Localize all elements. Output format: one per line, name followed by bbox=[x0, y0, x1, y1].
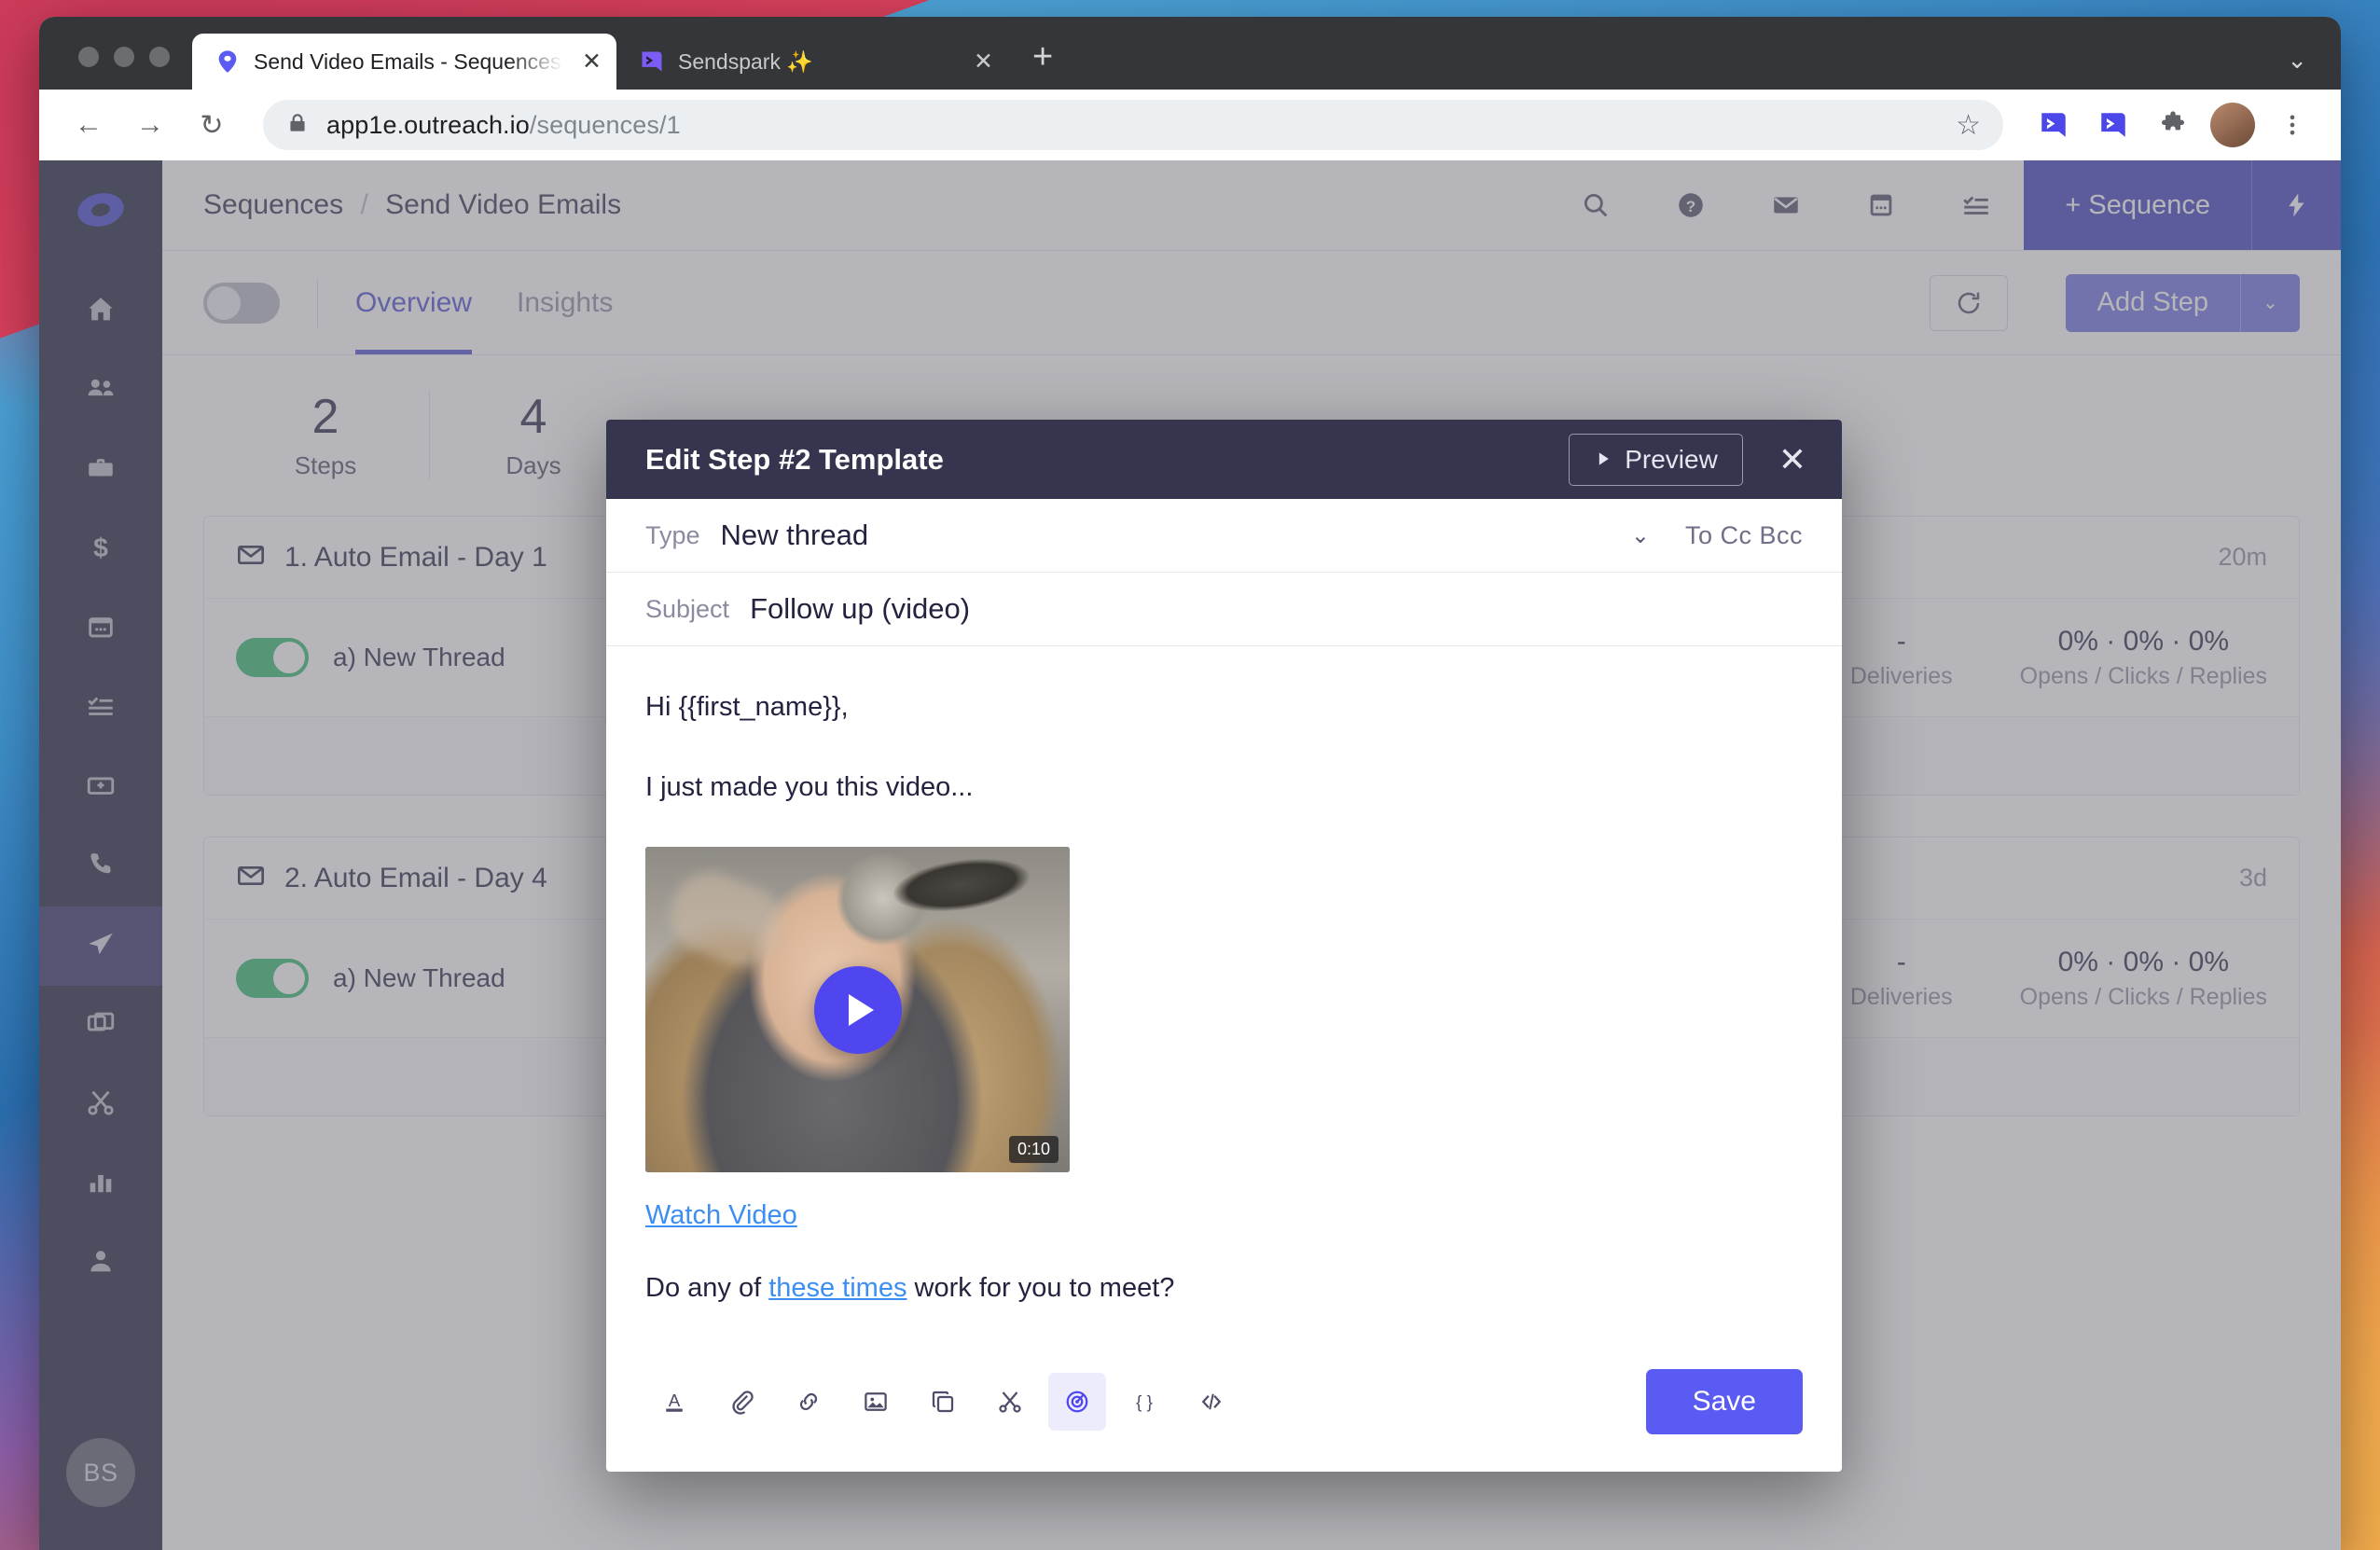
sendspark-logo-icon bbox=[639, 48, 665, 75]
svg-text:{ }: { } bbox=[1136, 1391, 1153, 1411]
avatar[interactable] bbox=[2208, 101, 2257, 149]
modal-title: Edit Step #2 Template bbox=[645, 442, 944, 476]
back-button[interactable]: ← bbox=[63, 100, 114, 150]
minimize-window-button[interactable] bbox=[114, 47, 134, 67]
play-icon[interactable] bbox=[813, 965, 902, 1054]
edit-template-modal: Edit Step #2 Template Preview ✕ Type New… bbox=[606, 420, 1842, 1472]
forward-button[interactable]: → bbox=[125, 100, 175, 150]
extensions-puzzle-icon[interactable] bbox=[2149, 101, 2197, 149]
reload-button[interactable]: ↻ bbox=[187, 100, 237, 150]
preview-label: Preview bbox=[1625, 444, 1718, 474]
browser-tab-strip: Send Video Emails - Sequences ✕ Sendspar… bbox=[39, 17, 2341, 90]
text-color-icon[interactable]: A bbox=[645, 1373, 703, 1431]
type-label: Type bbox=[645, 520, 700, 549]
link-icon[interactable] bbox=[780, 1373, 837, 1431]
image-icon[interactable] bbox=[847, 1373, 905, 1431]
maximize-window-button[interactable] bbox=[149, 47, 170, 67]
video-thumbnail[interactable]: 0:10 bbox=[645, 847, 1070, 1172]
browser-menu-icon[interactable] bbox=[2268, 101, 2317, 149]
scissors-icon[interactable] bbox=[981, 1373, 1039, 1431]
desktop-wallpaper: Send Video Emails - Sequences ✕ Sendspar… bbox=[0, 0, 2380, 1550]
close-window-button[interactable] bbox=[78, 47, 99, 67]
body-line-2: I just made you this video... bbox=[645, 771, 974, 802]
closing-suffix: work for you to meet? bbox=[906, 1273, 1175, 1303]
close-icon[interactable]: ✕ bbox=[1771, 442, 1814, 477]
browser-tab-title: Send Video Emails - Sequences bbox=[254, 48, 561, 74]
email-body-editor[interactable]: Hi {{first_name}}, I just made you this … bbox=[606, 646, 1842, 1309]
subject-label: Subject bbox=[645, 594, 730, 623]
save-button[interactable]: Save bbox=[1645, 1368, 1803, 1434]
closing-prefix: Do any of bbox=[645, 1273, 769, 1303]
bookmark-star-icon[interactable]: ☆ bbox=[1956, 109, 1981, 142]
copy-icon[interactable] bbox=[914, 1373, 972, 1431]
code-icon[interactable] bbox=[1183, 1373, 1240, 1431]
play-triangle-icon bbox=[1594, 445, 1612, 475]
video-duration: 0:10 bbox=[1008, 1136, 1059, 1163]
address-bar[interactable]: app1e.outreach.io/sequences/1 ☆ bbox=[263, 100, 2003, 150]
outreach-logo-icon bbox=[214, 48, 241, 75]
browser-tab-title: Sendspark ✨ bbox=[678, 48, 813, 74]
browser-tab-inactive[interactable]: Sendspark ✨ ✕ bbox=[616, 34, 1008, 90]
paperclip-icon[interactable] bbox=[713, 1373, 770, 1431]
browser-tab-active[interactable]: Send Video Emails - Sequences ✕ bbox=[192, 34, 616, 90]
svg-text:A: A bbox=[669, 1391, 681, 1410]
app-viewport: $ bbox=[39, 160, 2341, 1550]
body-greeting: Hi {{first_name}}, bbox=[645, 692, 849, 722]
address-bar-url: app1e.outreach.io/sequences/1 bbox=[326, 110, 681, 139]
editor-toolbar: A {} Save bbox=[606, 1349, 1842, 1472]
type-value: New thread bbox=[720, 519, 869, 551]
variables-icon[interactable]: { } bbox=[1115, 1373, 1173, 1431]
close-icon[interactable]: ✕ bbox=[576, 49, 602, 74]
sendspark-extension-icon-2[interactable] bbox=[2089, 101, 2138, 149]
sendspark-extension-icon[interactable] bbox=[2029, 101, 2078, 149]
window-traffic-lights[interactable] bbox=[63, 47, 192, 90]
type-row[interactable]: Type New thread ⌄ To Cc Bcc bbox=[606, 499, 1842, 573]
recipients-toggle[interactable]: To Cc Bcc bbox=[1685, 521, 1803, 550]
sendspark-target-icon[interactable] bbox=[1048, 1372, 1106, 1431]
body-closing: Do any of these times work for you to me… bbox=[645, 1268, 1803, 1309]
chevron-down-icon[interactable]: ⌄ bbox=[2287, 46, 2307, 75]
preview-button[interactable]: Preview bbox=[1569, 433, 1743, 486]
subject-input[interactable]: Follow up (video) bbox=[750, 592, 970, 626]
watch-video-link[interactable]: Watch Video bbox=[645, 1200, 797, 1231]
browser-window: Send Video Emails - Sequences ✕ Sendspar… bbox=[39, 17, 2341, 1550]
chevron-down-icon[interactable]: ⌄ bbox=[1631, 522, 1650, 549]
close-icon[interactable]: ✕ bbox=[968, 49, 993, 74]
these-times-link[interactable]: these times bbox=[768, 1273, 906, 1303]
browser-toolbar: ← → ↻ app1e.outreach.io/sequences/1 ☆ bbox=[39, 90, 2341, 160]
lock-icon bbox=[285, 111, 310, 140]
modal-header: Edit Step #2 Template Preview ✕ bbox=[606, 420, 1842, 499]
subject-row[interactable]: Subject Follow up (video) bbox=[606, 573, 1842, 646]
new-tab-button[interactable]: + bbox=[1008, 39, 1077, 90]
